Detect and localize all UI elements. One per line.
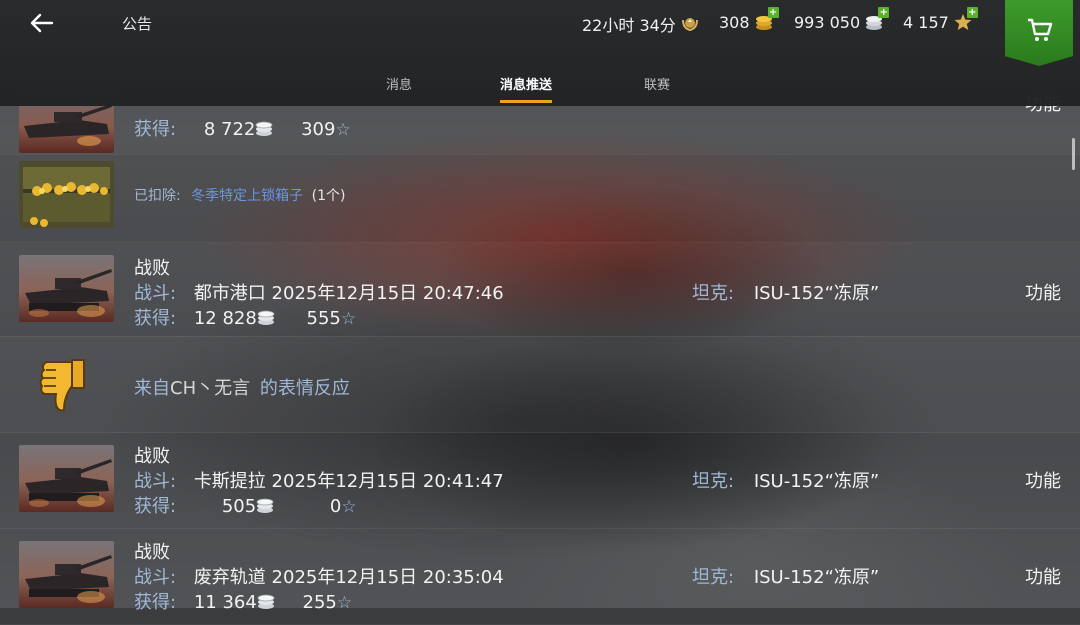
battle-line: 战斗: 都市港口 2025年12月15日 20:47:46 [134, 279, 504, 305]
tank-label: 坦克: [692, 471, 735, 492]
function-button[interactable]: 功能 [1025, 563, 1061, 589]
function-button[interactable]: 功能 [1025, 279, 1061, 305]
battle-thumbnail [19, 541, 114, 608]
silver-earned: 11 364 [193, 592, 257, 613]
battle-line: 战斗: 废弃轨道 2025年12月15日 20:35:04 [134, 563, 504, 589]
earn-label: 获得: [134, 496, 177, 517]
gold-balance[interactable]: 308 + [719, 7, 779, 32]
add-silver-icon[interactable]: + [878, 7, 890, 18]
silver-coins-icon [257, 310, 275, 325]
xp-earned: 309 [301, 119, 336, 140]
tank-label: 坦克: [692, 283, 735, 304]
silver-coins-icon [256, 498, 274, 513]
add-xp-icon[interactable]: + [966, 7, 978, 18]
earnings-line: 获得: 8 722 309☆ [134, 115, 351, 141]
xp-earned: 255 [302, 592, 337, 613]
tab-league[interactable]: 联赛 [644, 74, 670, 93]
star-icon: ☆ [335, 120, 351, 140]
star-icon: ☆ [340, 309, 357, 329]
back-button[interactable] [28, 9, 58, 37]
tank-name: ISU-152“冻原” [753, 567, 880, 588]
tab-message-push[interactable]: 消息推送 [500, 74, 553, 103]
tank-name: ISU-152“冻原” [753, 471, 880, 492]
star-icon: ☆ [336, 593, 353, 613]
silver-value: 993 050 [794, 12, 861, 32]
battle-label: 战斗: [134, 567, 177, 588]
battle-label: 战斗: [134, 283, 177, 304]
page-title: 公告 [122, 15, 153, 33]
list-item[interactable]: 战败 战斗: 都市港口 2025年12月15日 20:47:46 获得: 12 … [0, 242, 1080, 337]
tab-bar: 消息 消息推送 联赛 [0, 74, 1080, 106]
list-item[interactable]: 战败 战斗: 废弃轨道 2025年12月15日 20:35:04 获得: 11 … [0, 528, 1080, 625]
list-item[interactable]: 已扣除: 冬季特定上锁箱子 (1个) [0, 154, 1080, 243]
free-xp-star-icon: + [953, 7, 978, 32]
tank-line: 坦克: ISU-152“冻原” [692, 467, 879, 493]
battle-label: 战斗: [134, 471, 177, 492]
earnings-line: 获得: 12 828 555☆ [134, 304, 356, 330]
scrollbar[interactable] [1072, 138, 1075, 170]
free-xp-balance[interactable]: 4 157 + [903, 7, 978, 32]
reaction-from: 来自 [134, 378, 170, 399]
add-gold-icon[interactable]: + [767, 7, 779, 18]
player-name[interactable]: CH丶无言 [170, 378, 250, 399]
tab-messages[interactable]: 消息 [386, 74, 412, 93]
earnings-line: 获得: 505 0☆ [134, 492, 357, 518]
premium-timer[interactable]: 22小时 34分 [582, 12, 700, 36]
xp-earned: 555 [306, 308, 341, 329]
item-link[interactable]: 冬季特定上锁箱子 [191, 188, 303, 204]
silver-coins-icon: + [864, 7, 890, 32]
battle-info: 卡斯提拉 2025年12月15日 20:41:47 [193, 471, 504, 492]
thumbs-down-icon [38, 354, 94, 416]
earn-label: 获得: [134, 308, 177, 329]
list-item[interactable]: 战败 战斗: 卡斯提拉 2025年12月15日 20:41:47 获得: 505… [0, 432, 1080, 529]
list-item[interactable]: 来自CH丶无言 的表情反应 [0, 336, 1080, 433]
silver-coins-icon [255, 121, 273, 136]
battle-thumbnail [19, 445, 114, 512]
silver-earned: 8 722 [203, 119, 256, 140]
deducted-label: 已扣除: [134, 188, 181, 204]
tank-line: 坦克: ISU-152“冻原” [692, 279, 879, 305]
battle-result: 战败 [134, 258, 170, 279]
silver-earned: 12 828 [193, 308, 257, 329]
tank-name: ISU-152“冻原” [753, 283, 880, 304]
timer-value: 22小时 34分 [582, 16, 676, 35]
tank-line: 坦克: ISU-152“冻原” [692, 563, 879, 589]
chest-thumbnail [19, 161, 114, 228]
arrow-left-icon [30, 13, 54, 33]
reaction-line: 来自CH丶无言 的表情反应 [134, 374, 350, 400]
earnings-line: 获得: 11 364 255☆ [134, 588, 352, 614]
star-icon: ☆ [341, 497, 357, 517]
top-bar: 公告 22小时 34分 308 + 993 050 + 4 157 + 消息 消… [0, 0, 1080, 106]
silver-balance[interactable]: 993 050 + [794, 7, 890, 32]
gold-value: 308 [719, 12, 750, 32]
tank-label: 坦克: [692, 567, 735, 588]
earn-label: 获得: [134, 119, 177, 140]
reaction-suffix: 的表情反应 [259, 378, 350, 399]
deducted-line: 已扣除: 冬季特定上锁箱子 (1个) [134, 185, 345, 205]
item-count: (1个) [311, 188, 346, 204]
battle-result: 战败 [134, 542, 170, 563]
earn-label: 获得: [134, 592, 177, 613]
shopping-cart-icon [1028, 18, 1053, 41]
battle-result: 战败 [134, 446, 170, 467]
gold-coins-icon: + [754, 7, 779, 32]
premium-laurel-icon [680, 14, 700, 34]
battle-info: 都市港口 2025年12月15日 20:47:46 [193, 283, 504, 304]
silver-earned: 505 [221, 496, 257, 517]
free-xp-value: 4 157 [903, 12, 949, 32]
battle-info: 废弃轨道 2025年12月15日 20:35:04 [193, 567, 504, 588]
battle-thumbnail [19, 255, 114, 322]
function-button[interactable]: 功能 [1025, 467, 1061, 493]
shop-button[interactable] [1005, 0, 1073, 66]
battle-line: 战斗: 卡斯提拉 2025年12月15日 20:41:47 [134, 467, 504, 493]
xp-earned: 0 [329, 496, 342, 517]
